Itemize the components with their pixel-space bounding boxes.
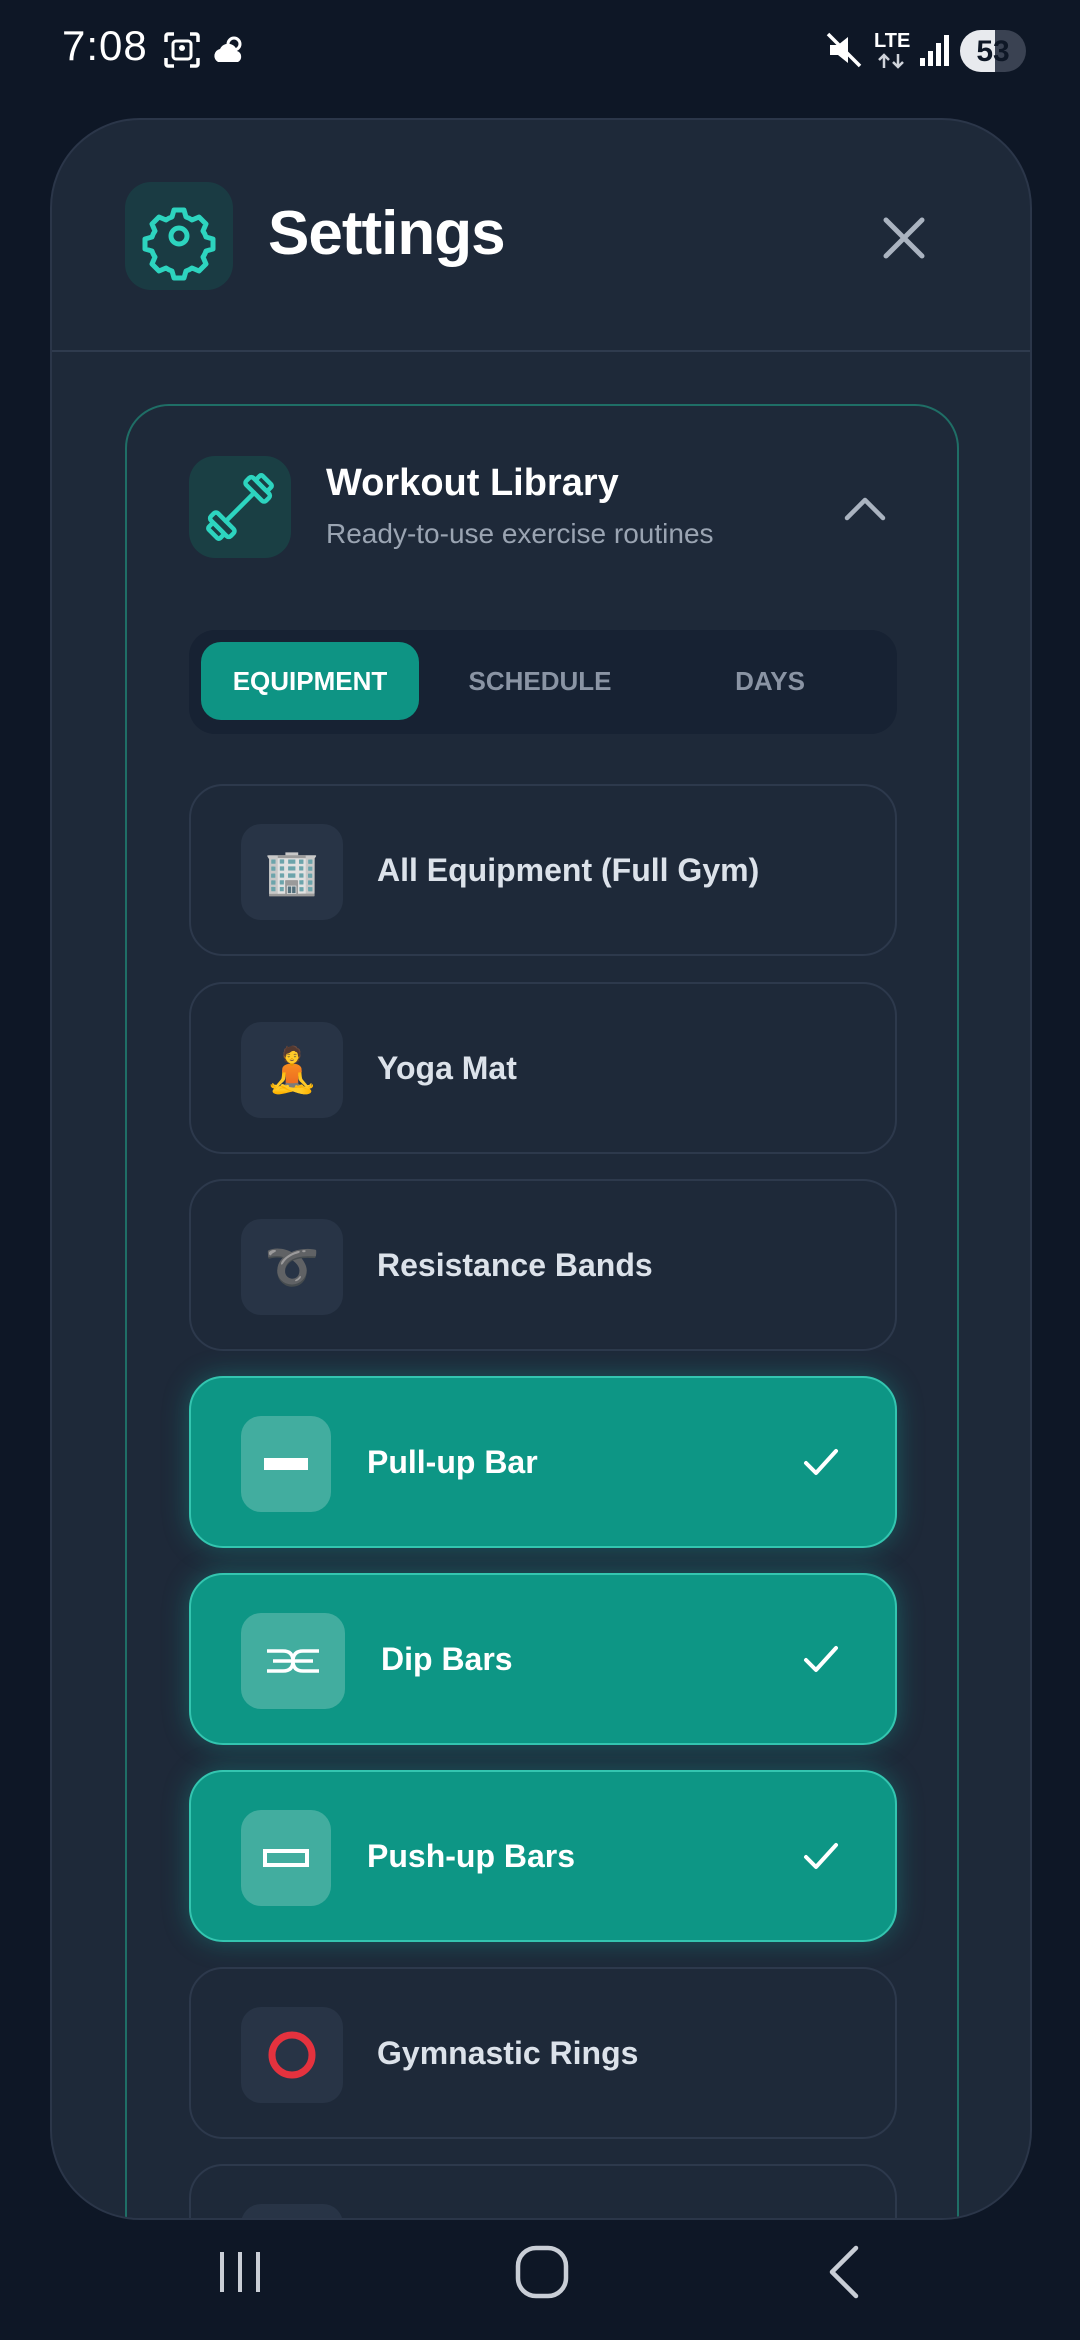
item-label: All Equipment (Full Gym) bbox=[377, 852, 760, 888]
battery-percent: 53 bbox=[976, 35, 1010, 68]
tab-schedule[interactable]: SCHEDULE bbox=[431, 642, 649, 720]
modal-header: Settings bbox=[52, 120, 1030, 352]
building-icon: 🏢 bbox=[241, 824, 343, 920]
gear-icon bbox=[142, 207, 216, 281]
item-label: Push-up Bars bbox=[367, 1838, 576, 1874]
data-arrows-icon bbox=[878, 53, 904, 69]
signal-icon bbox=[920, 35, 949, 66]
item-label: Pull-up Bar bbox=[367, 1444, 538, 1480]
push-up-bars-icon bbox=[241, 1810, 331, 1906]
check-icon bbox=[804, 1646, 838, 1672]
network-type: LTE bbox=[874, 30, 911, 52]
ring-icon bbox=[241, 2007, 343, 2103]
equipment-item-resistance-bands[interactable]: ➰ Resistance Bands bbox=[189, 1179, 897, 1351]
recent-apps-button[interactable] bbox=[210, 2242, 270, 2302]
tab-equipment[interactable]: EQUIPMENT bbox=[201, 642, 419, 720]
check-icon bbox=[804, 1449, 838, 1475]
equipment-item-dip-bars[interactable]: Dip Bars bbox=[189, 1573, 897, 1745]
workout-library-card: Workout Library Ready-to-use exercise ro… bbox=[125, 404, 959, 2218]
item-icon-partial bbox=[241, 2204, 343, 2218]
library-title: Workout Library bbox=[326, 462, 619, 504]
item-label: Yoga Mat bbox=[377, 1050, 517, 1086]
library-subtitle: Ready-to-use exercise routines bbox=[326, 518, 714, 549]
back-button[interactable] bbox=[816, 2242, 876, 2302]
dip-bars-icon bbox=[241, 1613, 345, 1709]
loop-icon: ➰ bbox=[241, 1219, 343, 1315]
status-bar: 7:08 LTE 53 bbox=[0, 0, 1080, 100]
status-time: 7:08 bbox=[62, 22, 148, 69]
page-title: Settings bbox=[268, 199, 506, 268]
screenshot-icon bbox=[164, 32, 200, 68]
equipment-item-pull-up-bar[interactable]: Pull-up Bar bbox=[189, 1376, 897, 1548]
mute-icon bbox=[826, 32, 862, 68]
close-button[interactable] bbox=[872, 206, 936, 270]
settings-modal: Settings Workout Library Ready-to-use ex… bbox=[50, 118, 1032, 2220]
battery-indicator: 53 bbox=[960, 30, 1026, 72]
equipment-item-push-up-bars[interactable]: Push-up Bars bbox=[189, 1770, 897, 1942]
item-label: Gymnastic Rings bbox=[377, 2035, 639, 2071]
home-button[interactable] bbox=[510, 2240, 574, 2304]
yoga-icon: 🧘 bbox=[241, 1022, 343, 1118]
close-icon bbox=[883, 217, 925, 259]
settings-icon-box bbox=[125, 182, 233, 290]
tab-days[interactable]: DAYS bbox=[661, 642, 879, 720]
dumbbell-icon bbox=[206, 473, 274, 541]
equipment-item-gymnastic-rings[interactable]: Gymnastic Rings bbox=[189, 1967, 897, 2139]
item-label: Dip Bars bbox=[381, 1641, 513, 1677]
equipment-item-yoga-mat[interactable]: 🧘 Yoga Mat bbox=[189, 982, 897, 1154]
item-label: Resistance Bands bbox=[377, 1247, 653, 1283]
chevron-up-icon bbox=[844, 497, 886, 521]
check-icon bbox=[804, 1843, 838, 1869]
library-icon-box bbox=[189, 456, 291, 558]
bar-icon bbox=[241, 1416, 331, 1512]
equipment-item-partial[interactable] bbox=[189, 2164, 897, 2218]
category-tabs: EQUIPMENT SCHEDULE DAYS bbox=[189, 630, 897, 734]
equipment-item-full-gym[interactable]: 🏢 All Equipment (Full Gym) bbox=[189, 784, 897, 956]
collapse-button[interactable] bbox=[837, 486, 893, 530]
system-nav-bar bbox=[0, 2220, 1080, 2340]
weather-icon bbox=[214, 36, 242, 62]
